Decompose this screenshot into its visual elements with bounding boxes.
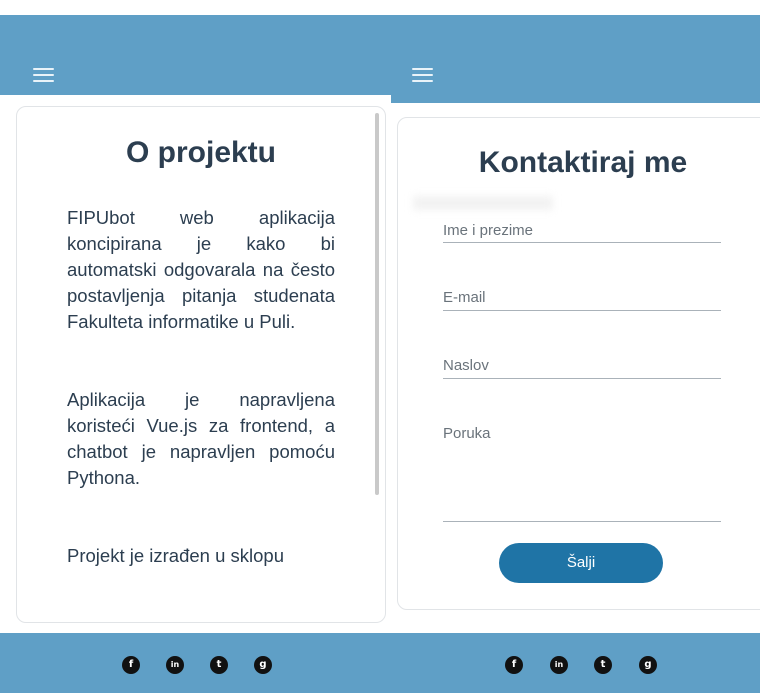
send-button[interactable]: Šalji [499, 543, 663, 583]
about-text: FIPUbot web aplikacija koncipirana je ka… [67, 205, 335, 621]
footer: f in t g [391, 633, 760, 693]
about-card: O projektu FIPUbot web aplikacija koncip… [16, 106, 386, 623]
about-screen: O projektu FIPUbot web aplikacija koncip… [0, 0, 391, 693]
name-placeholder: Ime i prezime [443, 222, 534, 239]
footer: f in t g [0, 633, 391, 693]
message-placeholder: Poruka [443, 425, 491, 442]
about-paragraph: FIPUbot web aplikacija koncipirana je ka… [67, 207, 335, 332]
page-title: O projektu [125, 136, 276, 169]
contact-screen: Kontaktiraj me Ime i prezime E-mail Nasl… [391, 0, 760, 693]
about-paragraph: Aplikacija je napravljena koristeći Vue.… [67, 389, 335, 488]
twitter-icon[interactable]: t [594, 656, 612, 674]
about-paragraph: Projekt je izrađen u sklopu [67, 545, 284, 566]
subject-placeholder: Naslov [443, 357, 489, 374]
page-title: Kontaktiraj me [478, 146, 688, 179]
message-field[interactable]: Poruka [443, 425, 721, 522]
github-icon[interactable]: g [254, 656, 272, 674]
github-icon[interactable]: g [639, 656, 657, 674]
hamburger-menu-icon[interactable] [33, 68, 54, 83]
email-placeholder: E-mail [443, 289, 486, 306]
scrollbar[interactable] [375, 113, 379, 495]
contact-card: Kontaktiraj me Ime i prezime E-mail Nasl… [397, 117, 760, 610]
email-field[interactable]: E-mail [443, 289, 721, 311]
name-field[interactable]: Ime i prezime [443, 222, 721, 243]
facebook-icon[interactable]: f [505, 656, 523, 674]
twitter-icon[interactable]: t [210, 656, 228, 674]
subject-field[interactable]: Naslov [443, 357, 721, 379]
hamburger-menu-icon[interactable] [412, 68, 433, 83]
top-header [391, 15, 760, 103]
top-header [0, 15, 391, 95]
linkedin-icon[interactable]: in [166, 656, 184, 674]
facebook-icon[interactable]: f [122, 656, 140, 674]
linkedin-icon[interactable]: in [550, 656, 568, 674]
